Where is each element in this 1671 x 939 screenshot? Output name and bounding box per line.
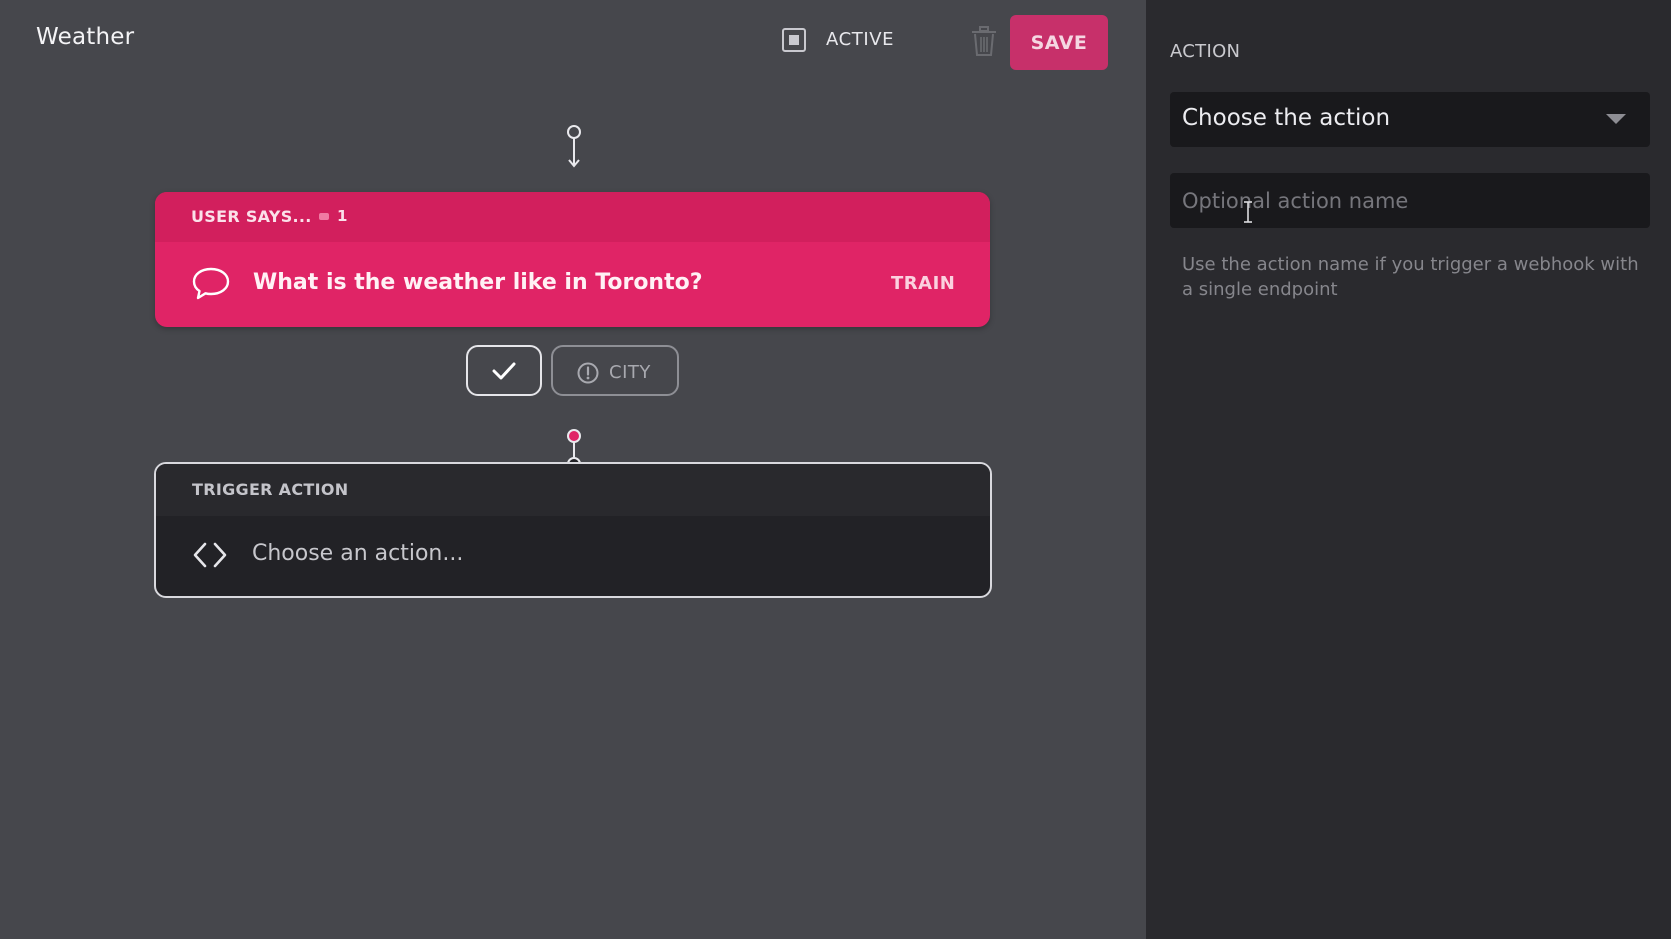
user-says-card[interactable]: USER SAYS... 1 What is the weather like … [155, 192, 990, 327]
intent-title: Weather [36, 24, 135, 50]
choose-action-placeholder[interactable]: Choose an action... [252, 541, 463, 566]
action-select[interactable]: Choose the action [1170, 92, 1650, 147]
user-says-header: USER SAYS... 1 [155, 192, 990, 242]
user-says-label: USER SAYS... [191, 207, 312, 226]
phrase-count: 1 [337, 207, 348, 225]
flow-start-connector-icon [567, 125, 581, 168]
top-bar: Weather ACTIVE SAVE [0, 0, 1146, 88]
action-name-input[interactable] [1170, 173, 1650, 228]
city-parameter-chip[interactable]: CITY [551, 345, 679, 396]
exclamation-circle-icon [577, 362, 599, 384]
action-name-hint: Use the action name if you trigger a web… [1182, 254, 1639, 300]
trigger-action-header: TRIGGER ACTION [156, 464, 990, 516]
trash-icon[interactable] [970, 26, 998, 56]
action-side-panel: ACTION Choose the action Use the action … [1146, 0, 1671, 939]
flow-canvas: Weather ACTIVE SAVE USER SAYS... 1 What … [0, 0, 1146, 939]
active-checkbox[interactable] [782, 28, 806, 52]
user-phrase[interactable]: What is the weather like in Toronto? [253, 270, 703, 295]
text-cursor-icon [1244, 201, 1252, 223]
trigger-action-card[interactable]: TRIGGER ACTION Choose an action... [154, 462, 992, 598]
checkmark-icon [492, 362, 516, 379]
trigger-action-label: TRIGGER ACTION [192, 480, 349, 499]
action-heading: ACTION [1170, 41, 1241, 62]
phrase-count-icon [319, 213, 329, 220]
save-button[interactable]: SAVE [1010, 15, 1108, 70]
active-label: ACTIVE [826, 29, 895, 50]
chevron-down-icon [1606, 114, 1626, 124]
speech-bubble-icon [192, 267, 230, 300]
train-button[interactable]: TRAIN [891, 273, 955, 294]
code-brackets-icon [193, 542, 227, 568]
city-label: CITY [609, 362, 651, 383]
action-select-value: Choose the action [1182, 105, 1391, 131]
confirm-chip[interactable] [466, 345, 542, 396]
